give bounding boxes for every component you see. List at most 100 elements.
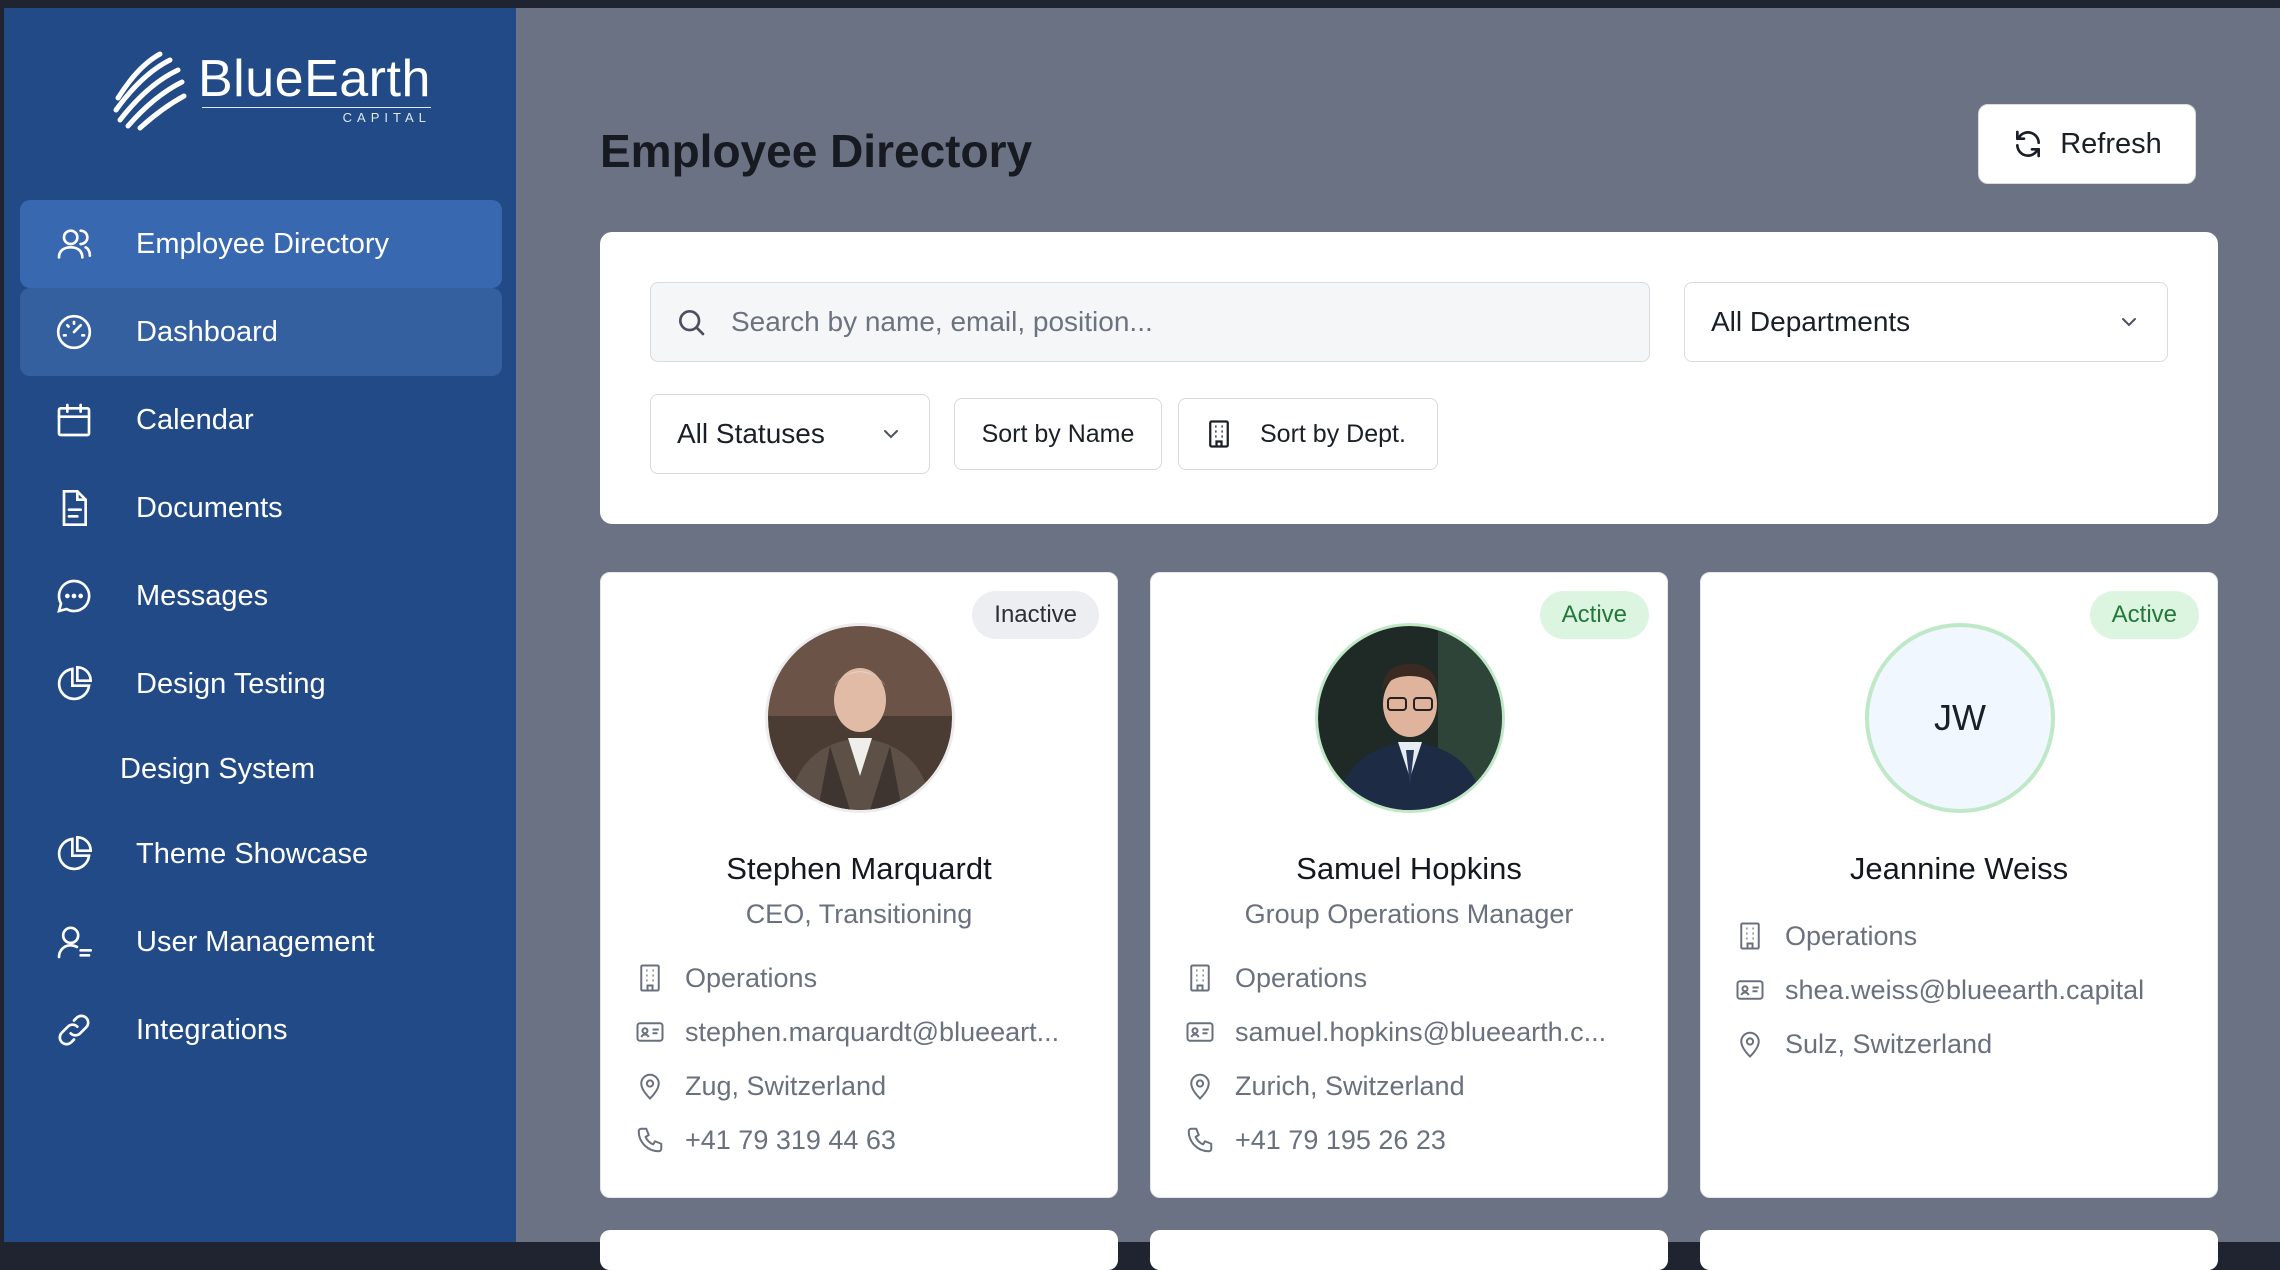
sidebar-item-label: Integrations — [136, 1013, 288, 1046]
sidebar-item-label: Messages — [136, 579, 269, 612]
employee-department: Operations — [685, 962, 818, 993]
search-icon — [679, 310, 705, 336]
sidebar-item-label: Design System — [120, 752, 316, 785]
email-row[interactable]: stephen.marquardt@blueeart... — [635, 1005, 1105, 1059]
employee-department: Operations — [1785, 920, 1918, 951]
employee-phone: +41 79 195 26 23 — [1235, 1124, 1446, 1155]
employee-name: Samuel Hopkins — [1296, 851, 1522, 886]
employee-details: Operations samuel.hopkins@blueearth.c...… — [1185, 951, 1655, 1167]
phone-icon — [1187, 1127, 1213, 1153]
refresh-icon — [2016, 130, 2041, 158]
sidebar-item-label: Dashboard — [136, 315, 278, 348]
building-icon — [1209, 420, 1229, 448]
location-row: Zug, Switzerland — [635, 1059, 1105, 1113]
document-icon — [52, 486, 96, 530]
employee-card[interactable]: Active Samuel Hopkins Group Operations M… — [1150, 572, 1668, 1198]
globe-stripes-icon — [113, 51, 187, 131]
sidebar-nav: Employee Directory Dashboard Calendar Do… — [20, 200, 502, 1074]
map-pin-icon — [1190, 1073, 1210, 1100]
calendar-icon — [52, 398, 96, 442]
sidebar-item-messages[interactable]: Messages — [20, 552, 502, 640]
status-select[interactable]: All Statuses — [650, 394, 930, 474]
building-icon — [640, 964, 660, 992]
email-row[interactable]: samuel.hopkins@blueearth.c... — [1185, 1005, 1655, 1059]
search-field[interactable] — [650, 282, 1650, 362]
employee-location: Sulz, Switzerland — [1785, 1028, 1993, 1059]
brand-name: BlueEarth — [198, 50, 431, 108]
map-pin-icon — [1740, 1031, 1760, 1058]
employee-name: Jeannine Weiss — [1849, 851, 2069, 886]
portrait-photo — [768, 626, 952, 810]
employee-department: Operations — [1235, 962, 1368, 993]
status-badge: Active — [1539, 591, 1649, 639]
refresh-button[interactable]: Refresh — [1978, 104, 2196, 184]
chevron-down-icon — [884, 430, 898, 439]
employee-email: shea.weiss@blueearth.capital — [1785, 974, 2145, 1005]
location-row: Zurich, Switzerland — [1185, 1059, 1655, 1113]
search-input[interactable] — [731, 306, 1631, 338]
sidebar: BlueEarth CAPITAL Employee Directory Das… — [4, 8, 516, 1242]
id-card-icon — [1186, 1022, 1214, 1042]
department-select[interactable]: All Departments — [1684, 282, 2168, 362]
chevron-down-icon — [2122, 318, 2136, 327]
sort-by-dept-label: Sort by Dept. — [1260, 419, 1406, 448]
building-icon — [1740, 922, 1760, 950]
phone-row[interactable]: +41 79 319 44 63 — [635, 1113, 1105, 1167]
user-manage-icon — [52, 920, 96, 964]
page-title: Employee Directory — [600, 125, 1033, 177]
employee-details: Operations shea.weiss@blueearth.capital … — [1735, 909, 2205, 1071]
employee-phone: +41 79 319 44 63 — [685, 1124, 896, 1155]
pie-chart-icon — [52, 832, 96, 876]
sidebar-item-employee-directory[interactable]: Employee Directory — [20, 200, 502, 288]
department-select-value: All Departments — [1711, 306, 1911, 337]
employee-location: Zurich, Switzerland — [1235, 1070, 1465, 1101]
sidebar-item-documents[interactable]: Documents — [20, 464, 502, 552]
employee-email: samuel.hopkins@blueearth.c... — [1235, 1016, 1607, 1047]
status-badge: Active — [2089, 591, 2199, 639]
department-row: Operations — [1735, 909, 2205, 963]
sidebar-item-label: Employee Directory — [136, 227, 390, 260]
filter-panel: All Departments All Statuses Sort by Nam… — [600, 232, 2218, 524]
sidebar-item-design-system[interactable]: Design System — [20, 728, 502, 810]
sidebar-item-theme-showcase[interactable]: Theme Showcase — [20, 810, 502, 898]
window-top-bar — [0, 0, 2280, 8]
status-select-value: All Statuses — [677, 418, 825, 449]
employee-title: CEO, Transitioning — [745, 899, 973, 929]
avatar — [1315, 623, 1505, 813]
sidebar-item-label: Theme Showcase — [136, 837, 369, 870]
email-row[interactable]: shea.weiss@blueearth.capital — [1735, 963, 2205, 1017]
id-card-icon — [636, 1022, 664, 1042]
sidebar-item-user-management[interactable]: User Management — [20, 898, 502, 986]
employee-name: Stephen Marquardt — [726, 851, 992, 886]
sidebar-item-integrations[interactable]: Integrations — [20, 986, 502, 1074]
sort-by-name-button[interactable]: Sort by Name — [954, 398, 1162, 470]
message-icon — [52, 574, 96, 618]
employee-location: Zug, Switzerland — [685, 1070, 887, 1101]
phone-row[interactable]: +41 79 195 26 23 — [1185, 1113, 1655, 1167]
sort-by-dept-button[interactable]: Sort by Dept. — [1178, 398, 1438, 470]
id-card-icon — [1736, 980, 1764, 1000]
sidebar-item-label: User Management — [136, 925, 375, 958]
link-icon — [52, 1008, 96, 1052]
employee-card-partial[interactable] — [1700, 1230, 2218, 1270]
employee-card[interactable]: Inactive Stephen Marquardt CEO, Transiti… — [600, 572, 1118, 1198]
brand-wordmark: BlueEarth CAPITAL — [198, 53, 431, 125]
employee-title: Group Operations Manager — [1244, 899, 1574, 929]
pie-chart-icon — [52, 662, 96, 706]
avatar — [765, 623, 955, 813]
gauge-icon — [52, 310, 96, 354]
employee-card-partial[interactable] — [600, 1230, 1118, 1270]
main-content: Employee Directory Refresh All Departmen… — [516, 8, 2280, 1270]
employee-card-partial[interactable] — [1150, 1230, 1668, 1270]
employee-email: stephen.marquardt@blueeart... — [685, 1016, 1060, 1047]
employee-card[interactable]: Active JW Jeannine Weiss Operations shea… — [1700, 572, 2218, 1198]
sidebar-item-label: Design Testing — [136, 667, 326, 700]
sidebar-item-dashboard[interactable]: Dashboard — [20, 288, 502, 376]
sidebar-item-calendar[interactable]: Calendar — [20, 376, 502, 464]
sidebar-item-design-testing[interactable]: Design Testing — [20, 640, 502, 728]
brand-subtitle: CAPITAL — [202, 107, 431, 125]
sort-by-name-label: Sort by Name — [981, 419, 1135, 448]
brand-logo[interactable]: BlueEarth CAPITAL — [108, 46, 431, 132]
avatar-initials: JW — [1865, 623, 2055, 813]
map-pin-icon — [640, 1073, 660, 1100]
